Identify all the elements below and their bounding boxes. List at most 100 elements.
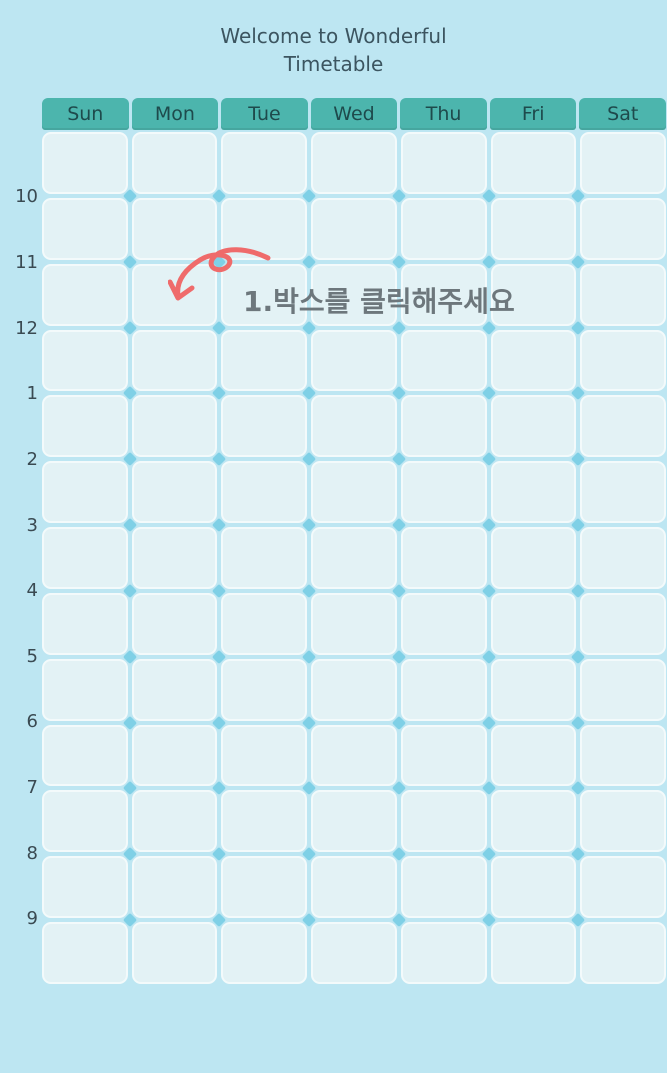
day-header-sat: Sat xyxy=(579,98,667,130)
timetable-cell-tue[interactable] xyxy=(221,132,308,194)
timetable-cell-sat[interactable] xyxy=(580,461,666,524)
timetable-cell-mon[interactable] xyxy=(131,132,218,194)
timetable-cell-sat[interactable] xyxy=(580,329,666,392)
timetable-cell-sat[interactable] xyxy=(580,132,666,194)
timetable-cell-wed[interactable] xyxy=(311,790,397,853)
timetable-cell-fri[interactable] xyxy=(490,724,577,787)
timetable-cell-sun[interactable] xyxy=(42,658,128,721)
days-header: Sun Mon Tue Wed Thu Fri Sat xyxy=(42,98,667,130)
hour-label: 5 xyxy=(26,646,38,667)
timetable-cell-wed[interactable] xyxy=(311,329,397,392)
timetable-cell-mon[interactable] xyxy=(131,856,218,919)
timetable-cell-mon[interactable] xyxy=(131,724,218,787)
timetable-cell-mon[interactable] xyxy=(131,922,218,984)
timetable-cell-sun[interactable] xyxy=(42,263,128,326)
timetable-cell-thu[interactable] xyxy=(400,132,487,194)
timetable-cell-fri[interactable] xyxy=(490,461,577,524)
timetable-cell-sat[interactable] xyxy=(580,724,666,787)
timetable-cell-thu[interactable] xyxy=(400,592,487,655)
timetable-cell-tue[interactable] xyxy=(221,790,308,853)
timetable-cell-sat[interactable] xyxy=(580,197,666,260)
timetable-cell-sat[interactable] xyxy=(580,527,666,589)
day-header-thu: Thu xyxy=(400,98,487,130)
hour-label: 3 xyxy=(26,515,38,536)
timetable-cell-mon[interactable] xyxy=(131,592,218,655)
timetable-cell-tue[interactable] xyxy=(221,724,308,787)
timetable-cell-tue[interactable] xyxy=(221,856,308,919)
timetable-cell-fri[interactable] xyxy=(490,658,577,721)
timetable-cell-sat[interactable] xyxy=(580,395,666,458)
timetable-cell-wed[interactable] xyxy=(311,658,397,721)
timetable-cell-fri[interactable] xyxy=(490,790,577,853)
timetable-cell-sat[interactable] xyxy=(580,263,666,326)
timetable-cell-sun[interactable] xyxy=(42,395,128,458)
timetable-cell-mon[interactable] xyxy=(131,527,218,589)
timetable-cell-thu[interactable] xyxy=(400,856,487,919)
timetable-cell-sun[interactable] xyxy=(42,197,128,260)
timetable-cell-fri[interactable] xyxy=(490,132,577,194)
timetable-cell-thu[interactable] xyxy=(400,461,487,524)
hour-label: 4 xyxy=(26,580,38,601)
timetable-cell-tue[interactable] xyxy=(221,329,308,392)
timetable-cell-thu[interactable] xyxy=(400,658,487,721)
timetable-cell-sat[interactable] xyxy=(580,856,666,919)
day-header-mon: Mon xyxy=(131,98,219,130)
timetable-cell-tue[interactable] xyxy=(221,922,308,984)
timetable-cell-sun[interactable] xyxy=(42,856,128,919)
timetable-cell-sun[interactable] xyxy=(42,527,128,589)
timetable-cell-thu[interactable] xyxy=(400,395,487,458)
hour-label: 1 xyxy=(26,383,38,404)
timetable-title: Welcome to Wonderful Timetable xyxy=(0,22,667,78)
timetable-cell-fri[interactable] xyxy=(490,922,577,984)
timetable-cell-sat[interactable] xyxy=(580,790,666,853)
timetable-cell-tue[interactable] xyxy=(221,658,308,721)
timetable-cell-tue[interactable] xyxy=(221,592,308,655)
timetable-cell-sun[interactable] xyxy=(42,329,128,392)
timetable-cell-mon[interactable] xyxy=(131,790,218,853)
timetable-cell-sun[interactable] xyxy=(42,922,128,984)
hour-label: 2 xyxy=(26,449,38,470)
timetable-cell-sat[interactable] xyxy=(580,592,666,655)
hour-label: 6 xyxy=(26,711,38,732)
timetable-cell-sat[interactable] xyxy=(580,922,666,984)
timetable-cell-fri[interactable] xyxy=(490,856,577,919)
timetable-cell-sat[interactable] xyxy=(580,658,666,721)
timetable-cell-wed[interactable] xyxy=(311,922,397,984)
timetable-cell-sun[interactable] xyxy=(42,724,128,787)
timetable-cell-thu[interactable] xyxy=(400,922,487,984)
timetable-cell-wed[interactable] xyxy=(311,592,397,655)
timetable-cell-sun[interactable] xyxy=(42,461,128,524)
timetable-cell-tue[interactable] xyxy=(221,527,308,589)
hour-label: 11 xyxy=(15,252,38,273)
timetable-cell-wed[interactable] xyxy=(311,527,397,589)
timetable-cell-mon[interactable] xyxy=(131,395,218,458)
day-header-tue: Tue xyxy=(221,98,308,130)
timetable-cell-sun[interactable] xyxy=(42,592,128,655)
timetable-cell-wed[interactable] xyxy=(311,724,397,787)
timetable-cell-sun[interactable] xyxy=(42,132,128,194)
timetable-cell-fri[interactable] xyxy=(490,329,577,392)
timetable-cell-mon[interactable] xyxy=(131,658,218,721)
timetable-cell-thu[interactable] xyxy=(400,329,487,392)
timetable-cell-fri[interactable] xyxy=(490,527,577,589)
timetable-cell-tue[interactable] xyxy=(221,461,308,524)
timetable-cell-tue[interactable] xyxy=(221,395,308,458)
title-line-2: Timetable xyxy=(283,52,384,76)
hour-label: 8 xyxy=(26,843,38,864)
timetable-cell-thu[interactable] xyxy=(400,527,487,589)
timetable-cell-mon[interactable] xyxy=(131,329,218,392)
timetable-cell-wed[interactable] xyxy=(311,132,397,194)
timetable-cell-wed[interactable] xyxy=(311,461,397,524)
timetable-cell-wed[interactable] xyxy=(311,395,397,458)
day-header-fri: Fri xyxy=(489,98,577,130)
timetable-cell-fri[interactable] xyxy=(490,395,577,458)
title-line-1: Welcome to Wonderful xyxy=(220,24,447,48)
day-header-wed: Wed xyxy=(310,98,398,130)
timetable-cell-mon[interactable] xyxy=(131,461,218,524)
timetable-cell-wed[interactable] xyxy=(311,856,397,919)
hint-text: 1.박스를 클릭해주세요 xyxy=(243,285,515,318)
timetable-cell-sun[interactable] xyxy=(42,790,128,853)
timetable-cell-thu[interactable] xyxy=(400,790,487,853)
timetable-cell-thu[interactable] xyxy=(400,724,487,787)
timetable-cell-fri[interactable] xyxy=(490,592,577,655)
